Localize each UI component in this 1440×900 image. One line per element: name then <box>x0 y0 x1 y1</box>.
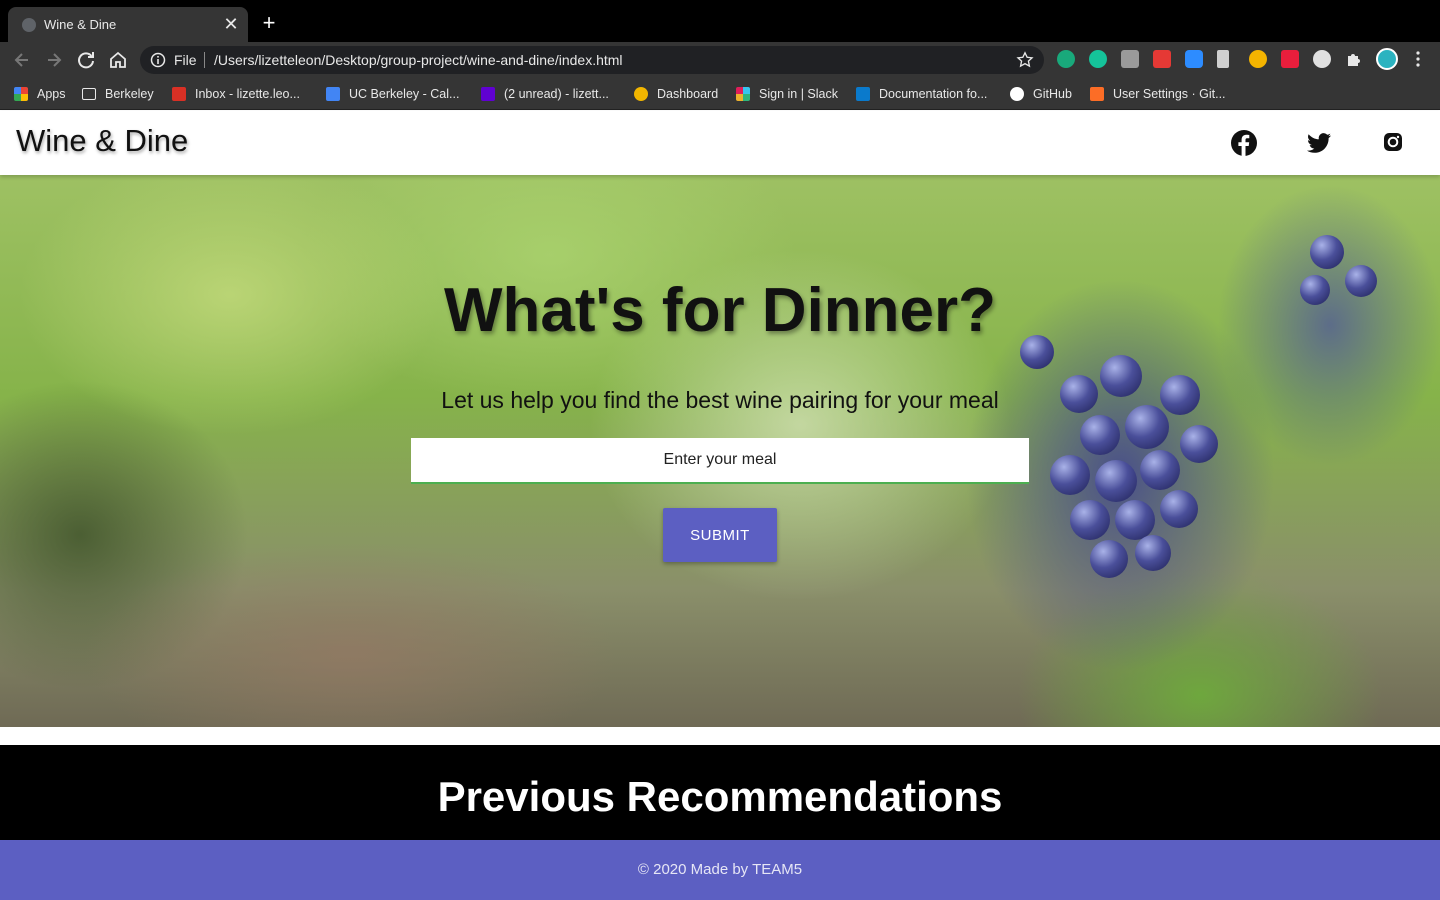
info-icon[interactable] <box>150 52 166 68</box>
forward-arrow-icon[interactable] <box>44 50 64 70</box>
grammarly-extension-icon[interactable] <box>1089 50 1107 68</box>
grape <box>1140 450 1180 490</box>
grape <box>1135 535 1171 571</box>
browser-tab[interactable]: Wine & Dine ✕ <box>8 7 248 42</box>
yahoo-mail-icon <box>481 87 495 101</box>
browser-toolbar: File /Users/lizetteleon/Desktop/group-pr… <box>0 42 1440 78</box>
new-tab-button[interactable]: + <box>259 12 279 34</box>
reload-icon[interactable] <box>76 50 96 70</box>
extension-red-icon[interactable] <box>1281 50 1299 68</box>
hero-section: What's for Dinner? Let us help you find … <box>0 175 1440 727</box>
slack-icon <box>736 87 750 101</box>
section-spacer <box>0 727 1440 745</box>
hero-title: What's for Dinner? <box>443 276 997 345</box>
profile-avatar[interactable] <box>1376 48 1398 70</box>
close-tab-icon[interactable]: ✕ <box>222 15 240 33</box>
folder-icon <box>82 88 96 100</box>
previous-recommendations-section: Previous Recommendations <box>0 745 1440 840</box>
bookmark-yahoo-mail[interactable]: (2 unread) - lizett... <box>481 86 609 102</box>
bookmark-apps[interactable]: Apps <box>14 86 66 102</box>
tab-title: Wine & Dine <box>44 17 117 32</box>
grape <box>1180 425 1218 463</box>
site-brand[interactable]: Wine & Dine <box>16 123 188 159</box>
bookmark-gitlab[interactable]: User Settings · Git... <box>1090 86 1226 102</box>
screen-recorder-extension-icon[interactable] <box>1153 50 1171 68</box>
grape <box>1095 460 1137 502</box>
grape <box>1310 235 1344 269</box>
github-icon <box>1010 87 1024 101</box>
twitter-icon[interactable] <box>1305 129 1333 157</box>
bookmark-star-icon[interactable] <box>1016 51 1034 69</box>
bookmark-documentation[interactable]: Documentation fo... <box>856 86 987 102</box>
site-header: Wine & Dine <box>0 111 1440 175</box>
extensions-puzzle-icon[interactable] <box>1345 50 1363 68</box>
extension-compass-icon[interactable] <box>1249 50 1267 68</box>
dashboard-icon <box>634 87 648 101</box>
footer-copyright: © 2020 Made by TEAM5 <box>637 861 803 878</box>
bookmarks-bar: Apps Berkeley Inbox - lizette.leo... UC … <box>0 78 1440 110</box>
calendar-icon <box>326 87 340 101</box>
bookmark-berkeley[interactable]: Berkeley <box>82 86 154 102</box>
file-scheme-label: File <box>174 52 197 68</box>
grape <box>1090 540 1128 578</box>
meal-input[interactable] <box>411 438 1029 484</box>
grape <box>1160 490 1198 528</box>
office-extension-icon[interactable] <box>1217 50 1229 68</box>
apps-grid-icon <box>14 87 28 101</box>
hero-subtitle: Let us help you find the best wine pairi… <box>441 387 999 413</box>
omnibox-divider <box>204 52 205 68</box>
vscode-icon <box>856 87 870 101</box>
page-favicon-icon <box>22 18 36 32</box>
browser-menu-icon[interactable] <box>1412 50 1424 68</box>
zoom-extension-icon[interactable] <box>1185 50 1203 68</box>
bookmark-dashboard[interactable]: Dashboard <box>634 86 718 102</box>
home-icon[interactable] <box>108 50 128 70</box>
extension-m-icon[interactable] <box>1057 50 1075 68</box>
grape <box>1050 455 1090 495</box>
extension-h-icon[interactable] <box>1121 50 1139 68</box>
bookmark-slack[interactable]: Sign in | Slack <box>736 86 838 102</box>
gmail-icon <box>172 87 186 101</box>
grape <box>1115 500 1155 540</box>
facebook-icon[interactable] <box>1230 129 1258 157</box>
grape <box>1080 415 1120 455</box>
site-footer: © 2020 Made by TEAM5 <box>0 840 1440 900</box>
grape <box>1070 500 1110 540</box>
submit-button[interactable]: SUBMIT <box>663 508 777 562</box>
browser-tab-bar: Wine & Dine ✕ + <box>0 0 1440 42</box>
previous-recommendations-title: Previous Recommendations <box>437 773 1003 820</box>
back-arrow-icon[interactable] <box>12 50 32 70</box>
bookmark-inbox[interactable]: Inbox - lizette.leo... <box>172 86 300 102</box>
extension-face-icon[interactable] <box>1313 50 1331 68</box>
instagram-icon[interactable] <box>1380 129 1408 157</box>
address-bar[interactable]: File /Users/lizetteleon/Desktop/group-pr… <box>140 46 1044 74</box>
gitlab-icon <box>1090 87 1104 101</box>
url-text[interactable]: /Users/lizetteleon/Desktop/group-project… <box>214 52 623 68</box>
bookmark-uc-berkeley[interactable]: UC Berkeley - Cal... <box>326 86 459 102</box>
bookmark-github[interactable]: GitHub <box>1010 86 1072 102</box>
